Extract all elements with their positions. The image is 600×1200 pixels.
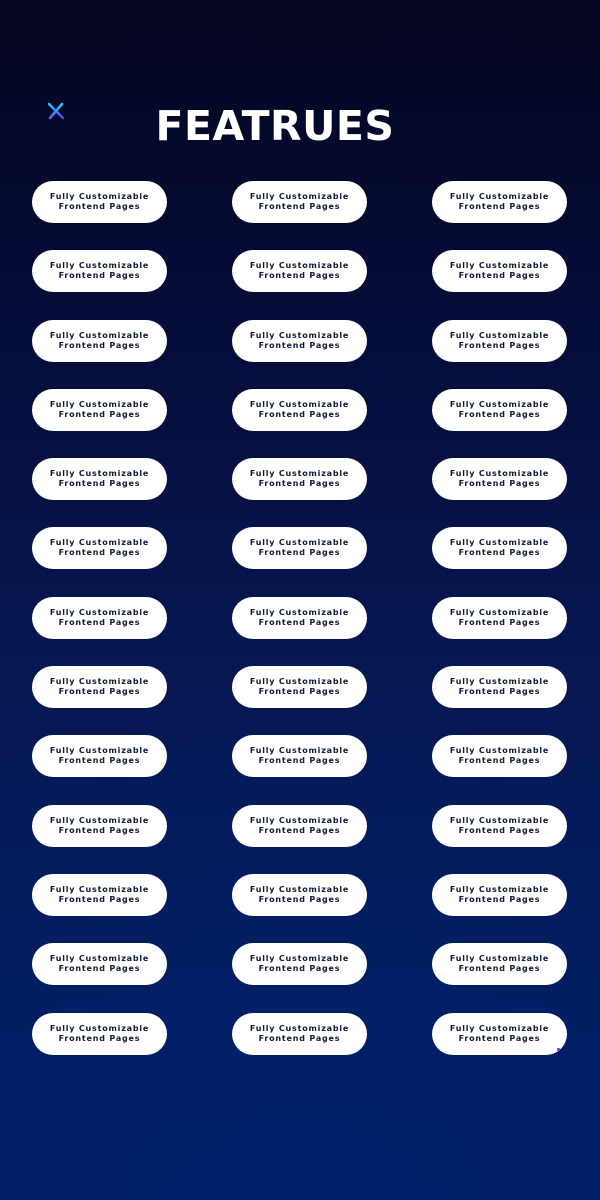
feature-pill-label: Fully Customizable Frontend Pages	[49, 815, 150, 835]
feature-pill-label: Fully Customizable Frontend Pages	[249, 607, 350, 627]
feature-pill-label: Fully Customizable Frontend Pages	[249, 469, 350, 489]
feature-pill[interactable]: Fully Customizable Frontend Pages	[232, 873, 367, 916]
feature-pill[interactable]: Fully Customizable Frontend Pages	[432, 873, 567, 916]
feature-pill[interactable]: Fully Customizable Frontend Pages	[432, 735, 567, 778]
feature-pill[interactable]: Fully Customizable Frontend Pages	[232, 250, 367, 293]
feature-pill[interactable]: Fully Customizable Frontend Pages	[232, 458, 367, 501]
feature-pill[interactable]: Fully Customizable Frontend Pages	[432, 388, 567, 431]
feature-pill-label: Fully Customizable Frontend Pages	[249, 261, 350, 281]
feature-pill[interactable]: Fully Customizable Frontend Pages	[32, 527, 167, 570]
feature-pill[interactable]: Fully Customizable Frontend Pages	[32, 943, 167, 986]
feature-pill-label: Fully Customizable Frontend Pages	[249, 399, 350, 419]
feature-pill-label: Fully Customizable Frontend Pages	[249, 538, 350, 558]
feature-pill[interactable]: Fully Customizable Frontend Pages	[32, 873, 167, 916]
feature-pill-label: Fully Customizable Frontend Pages	[249, 677, 350, 697]
feature-pill-label: Fully Customizable Frontend Pages	[49, 192, 150, 211]
feature-pill-label: Fully Customizable Frontend Pages	[49, 330, 150, 350]
feature-pill[interactable]: Fully Customizable Frontend Pages	[232, 388, 367, 431]
feature-pill-label: Fully Customizable Frontend Pages	[449, 884, 550, 904]
feature-pill-label: Fully Customizable Frontend Pages	[249, 746, 350, 766]
feature-grid: Fully Customizable Frontend Pages Fully C…	[32, 181, 568, 1055]
feature-pill-label: Fully Customizable Frontend Pages	[49, 538, 150, 558]
feature-pill-label: Fully Customizable Frontend Pages	[49, 469, 150, 489]
feature-pill-label: Fully Customizable Frontend Pages	[449, 261, 550, 281]
feature-pill-label: Fully Customizable Frontend Pages	[449, 330, 550, 350]
feature-pill[interactable]: Fully Customizable Frontend Pages	[32, 804, 167, 847]
feature-pill[interactable]: Fully Customizable Frontend Pages	[32, 181, 167, 223]
feature-pill-label: Fully Customizable Frontend Pages	[449, 677, 550, 697]
feature-pill[interactable]: Fully Customizable Frontend Pages	[232, 1012, 367, 1055]
feature-pill-label: Fully Customizable Frontend Pages	[249, 1023, 350, 1043]
feature-pill[interactable]: Fully Customizable Frontend Pages	[232, 666, 367, 709]
feature-pill-label: Fully Customizable Frontend Pages	[449, 538, 550, 558]
feature-pill[interactable]: Fully Customizable Frontend Pages	[32, 735, 167, 778]
page-title: FEATRUES	[155, 102, 395, 150]
feature-pill-label: Fully Customizable Frontend Pages	[49, 1023, 150, 1043]
feature-pill[interactable]: Fully Customizable Frontend Pages	[32, 250, 167, 293]
feature-pill[interactable]: Fully Customizable Frontend Pages	[432, 250, 567, 293]
feature-pill-label: Fully Customizable Frontend Pages	[249, 815, 350, 835]
feature-pill-label: Fully Customizable Frontend Pages	[49, 677, 150, 697]
feature-pill[interactable]: Fully Customizable Frontend Pages	[32, 1012, 167, 1055]
feature-pill[interactable]: Fully Customizable Frontend Pages	[232, 804, 367, 847]
feature-pill[interactable]: Fully Customizable Frontend Pages	[432, 596, 567, 639]
feature-pill-label: Fully Customizable Frontend Pages	[49, 746, 150, 766]
feature-pill-label: Fully Customizable Frontend Pages	[49, 261, 150, 281]
feature-pill[interactable]: Fully Customizable Frontend Pages	[32, 319, 167, 362]
feature-pill-label: Fully Customizable Frontend Pages	[49, 954, 150, 974]
feature-pill[interactable]: Fully Customizable Frontend Pages	[432, 527, 567, 570]
feature-pill-label: Fully Customizable Frontend Pages	[449, 399, 550, 419]
feature-pill[interactable]: Fully Customizable Frontend Pages	[232, 943, 367, 986]
feature-pill[interactable]: Fully Customizable Frontend Pages	[32, 666, 167, 709]
feature-pill[interactable]: Fully Customizable Frontend Pages	[232, 596, 367, 639]
feature-pill[interactable]: Fully Customizable Frontend Pages	[432, 804, 567, 847]
feature-pill[interactable]: Fully Customizable Frontend Pages	[432, 319, 567, 362]
feature-pill-label: Fully Customizable Frontend Pages	[449, 1023, 550, 1043]
feature-pill[interactable]: Fully Customizable Frontend Pages	[232, 181, 367, 223]
feature-pill-label: Fully Customizable Frontend Pages	[449, 469, 550, 489]
feature-pill-label: Fully Customizable Frontend Pages	[249, 954, 350, 974]
feature-pill[interactable]: Fully Customizable Frontend Pages	[232, 527, 367, 570]
feature-pill-label: Fully Customizable Frontend Pages	[249, 884, 350, 904]
features-page: FEATRUES Fully Customizable Frontend Pag…	[0, 0, 600, 1200]
feature-pill[interactable]: Fully Customizable Frontend Pages	[32, 458, 167, 501]
feature-pill[interactable]: Fully Customizable Frontend Pages	[432, 181, 567, 223]
feature-pill-label: Fully Customizable Frontend Pages	[449, 746, 550, 766]
feature-pill[interactable]: Fully Customizable Frontend Pages	[432, 666, 567, 709]
feature-pill-label: Fully Customizable Frontend Pages	[49, 884, 150, 904]
feature-pill-label: Fully Customizable Frontend Pages	[449, 607, 550, 627]
feature-pill[interactable]: Fully Customizable Frontend Pages	[232, 735, 367, 778]
feature-pill-label: Fully Customizable Frontend Pages	[49, 399, 150, 419]
feature-pill[interactable]: Fully Customizable Frontend Pages	[432, 1012, 567, 1055]
feature-pill-label: Fully Customizable Frontend Pages	[49, 607, 150, 627]
feature-pill-label: Fully Customizable Frontend Pages	[449, 192, 550, 211]
feature-pill[interactable]: Fully Customizable Frontend Pages	[432, 943, 567, 986]
feature-pill-label: Fully Customizable Frontend Pages	[449, 954, 550, 974]
feature-pill[interactable]: Fully Customizable Frontend Pages	[232, 319, 367, 362]
feature-pill-label: Fully Customizable Frontend Pages	[249, 330, 350, 350]
feature-pill-label: Fully Customizable Frontend Pages	[449, 815, 550, 835]
feature-pill-label: Fully Customizable Frontend Pages	[249, 192, 350, 211]
feature-pill[interactable]: Fully Customizable Frontend Pages	[32, 596, 167, 639]
feature-pill[interactable]: Fully Customizable Frontend Pages	[32, 388, 167, 431]
feature-pill[interactable]: Fully Customizable Frontend Pages	[432, 458, 567, 501]
sparkle-icon	[556, 1047, 561, 1052]
